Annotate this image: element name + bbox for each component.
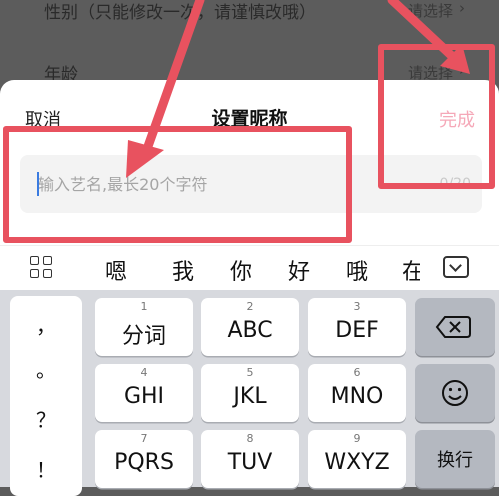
arrow-head <box>126 140 164 178</box>
arrow-to-done <box>387 0 459 63</box>
arrow-to-input <box>141 0 205 157</box>
annotation-arrows <box>126 0 470 178</box>
